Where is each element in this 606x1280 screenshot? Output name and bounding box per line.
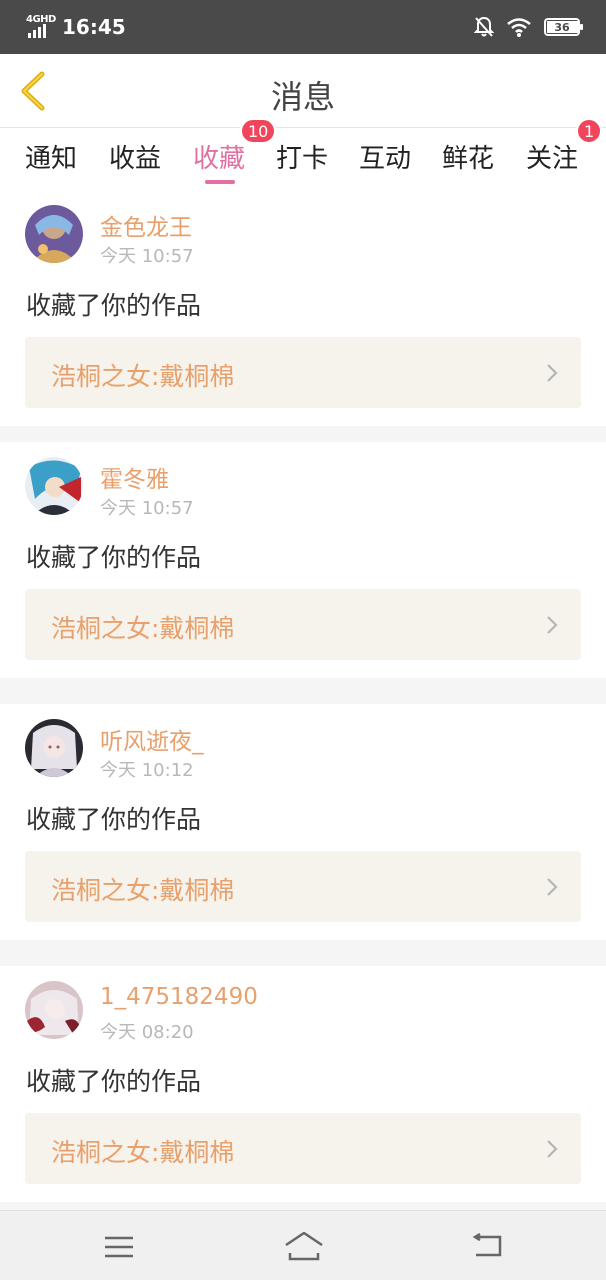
work-link[interactable]: 浩桐之女:戴桐棉 (25, 337, 581, 408)
username[interactable]: 霍冬雅 (100, 460, 169, 494)
timestamp: 今天 10:57 (100, 498, 194, 519)
tab-bar: 通知 收益 收藏 打卡 互动 鲜花 关注 (0, 128, 606, 190)
message-card: 听风逝夜_ 今天 10:12 收藏了你的作品 浩桐之女:戴桐棉 (0, 704, 606, 940)
system-nav-bar (0, 1210, 606, 1280)
timestamp: 今天 10:12 (100, 760, 194, 781)
tab-checkin[interactable]: 打卡 (276, 138, 328, 175)
signal-icon: 4GHD (26, 14, 56, 40)
action-text: 收藏了你的作品 (26, 543, 202, 572)
battery-icon: 36 (544, 18, 583, 36)
chevron-right-icon (547, 364, 558, 382)
work-title: 浩桐之女:戴桐棉 (51, 876, 235, 905)
header: 消息 (0, 54, 606, 128)
avatar[interactable] (25, 981, 83, 1039)
tab-flowers[interactable]: 鲜花 (442, 138, 494, 175)
tab-earnings[interactable]: 收益 (109, 138, 161, 175)
timestamp: 今天 08:20 (100, 1022, 194, 1043)
chevron-right-icon (547, 616, 558, 634)
tab-follow[interactable]: 关注 (526, 138, 578, 175)
status-bar: 4GHD 16:45 36 (0, 0, 606, 54)
timestamp: 今天 10:57 (100, 246, 194, 267)
action-text: 收藏了你的作品 (26, 291, 202, 320)
follow-count-badge: 1 (576, 118, 603, 144)
message-card: 1_475182490 今天 08:20 收藏了你的作品 浩桐之女:戴桐棉 (0, 966, 606, 1202)
chevron-right-icon (547, 1140, 558, 1158)
tab-favorites[interactable]: 收藏 (193, 138, 245, 175)
work-title: 浩桐之女:戴桐棉 (51, 362, 235, 391)
home-icon[interactable] (284, 1231, 324, 1261)
tab-interaction[interactable]: 互动 (359, 138, 411, 175)
chevron-right-icon (547, 878, 558, 896)
work-title: 浩桐之女:戴桐棉 (51, 1138, 235, 1167)
username[interactable]: 听风逝夜_ (100, 722, 204, 756)
menu-icon[interactable] (104, 1235, 134, 1259)
action-text: 收藏了你的作品 (26, 1067, 202, 1096)
avatar[interactable] (25, 719, 83, 777)
bell-off-icon (474, 16, 494, 37)
back-nav-icon[interactable] (472, 1233, 504, 1259)
work-title: 浩桐之女:戴桐棉 (51, 614, 235, 643)
wifi-icon (507, 18, 531, 37)
work-link[interactable]: 浩桐之女:戴桐棉 (25, 1113, 581, 1184)
page-title: 消息 (270, 78, 335, 116)
message-card: 金色龙王 今天 10:57 收藏了你的作品 浩桐之女:戴桐棉 (0, 190, 606, 426)
username[interactable]: 金色龙王 (100, 208, 192, 242)
work-link[interactable]: 浩桐之女:戴桐棉 (25, 851, 581, 922)
work-link[interactable]: 浩桐之女:戴桐棉 (25, 589, 581, 660)
status-time: 16:45 (62, 15, 126, 39)
username[interactable]: 1_475182490 (100, 984, 258, 1010)
tab-notice[interactable]: 通知 (25, 138, 77, 175)
battery-level: 36 (554, 20, 570, 34)
message-card: 霍冬雅 今天 10:57 收藏了你的作品 浩桐之女:戴桐棉 (0, 442, 606, 678)
avatar[interactable] (25, 205, 83, 263)
favorites-count-badge: 10 (240, 118, 277, 144)
action-text: 收藏了你的作品 (26, 805, 202, 834)
avatar[interactable] (25, 457, 83, 515)
active-tab-indicator (205, 180, 235, 184)
